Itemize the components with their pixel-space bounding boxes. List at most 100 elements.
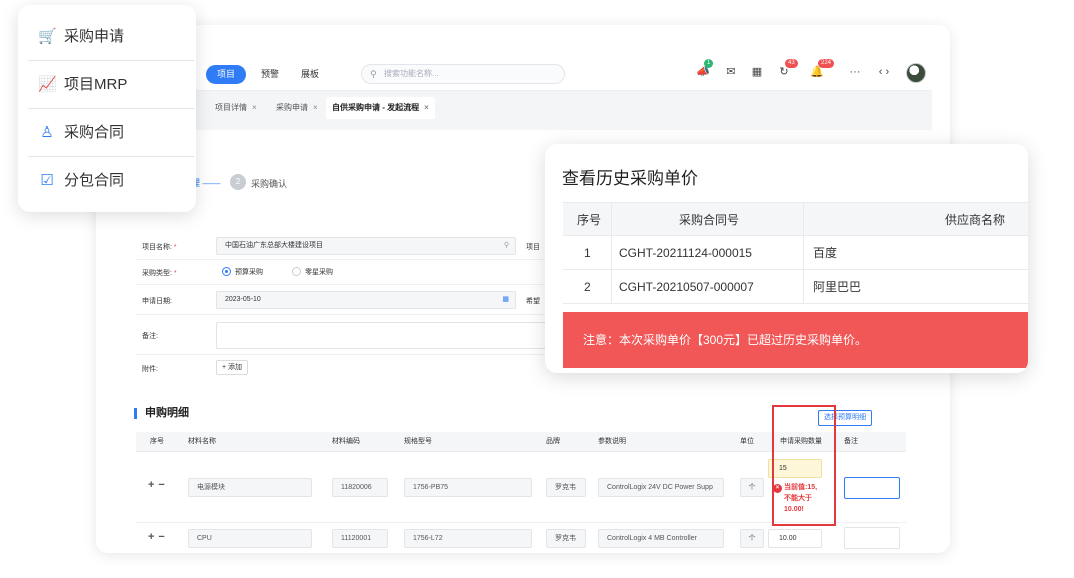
table-row: +− CPU 11120001 1756-L72 罗克韦 ControlLogi…: [136, 523, 906, 550]
step-2-circle: 2: [230, 174, 246, 190]
nav-project[interactable]: 项目: [206, 65, 247, 84]
remark-label: 备注:: [142, 333, 158, 340]
col-supplier: 供应商名称: [945, 213, 1006, 227]
table-row: 1 CGHT-20211124-000015 百度: [563, 236, 1028, 270]
param-cell[interactable]: ControlLogix 24V DC Power Supp: [598, 478, 724, 497]
row-no: 1: [584, 246, 591, 260]
tab-label: 采购申请: [276, 103, 308, 112]
brand-cell[interactable]: 罗克韦: [546, 529, 586, 548]
side-item-project-mrp[interactable]: 📈 项目MRP: [28, 61, 194, 109]
popup-title: 查看历史采购单价: [562, 169, 698, 188]
col-no: 序号: [577, 213, 602, 227]
project-name-value: 中国石油广东总部大楼建设项目: [225, 242, 323, 249]
tab-self-purchase-flow[interactable]: 自供采购申请 - 发起流程 ×: [326, 97, 435, 119]
apply-date-label: 申请日期:: [142, 298, 172, 305]
code-icon[interactable]: ‹ ›: [874, 65, 894, 79]
project-name-field[interactable]: 中国石油广东总部大楼建设项目 ⚲: [216, 237, 516, 255]
side-item-label: 分包合同: [64, 172, 125, 189]
side-item-purchase-request[interactable]: 🛒 采购申请: [28, 13, 194, 61]
side-item-subcontract[interactable]: ☑ 分包合同: [28, 157, 194, 205]
material-code-cell[interactable]: 11120001: [332, 529, 388, 548]
row-contract[interactable]: CGHT-20210507-000007: [619, 270, 754, 303]
col-material-code: 材料编码: [332, 438, 360, 445]
col-no: 序号: [150, 438, 164, 445]
detail-section-title: 申购明细: [134, 408, 189, 419]
calendar-icon[interactable]: ▦: [502, 292, 509, 308]
tabs-bar: 项目详情 × 采购申请 × 自供采购申请 - 发起流程 ×: [106, 92, 932, 120]
remark-field[interactable]: [216, 322, 546, 349]
close-icon[interactable]: ×: [252, 103, 257, 112]
radio-budget-label: 预算采购: [235, 269, 263, 276]
row-supplier: 百度: [813, 246, 838, 260]
material-name-cell[interactable]: CPU: [188, 529, 312, 548]
row-no: 2: [584, 280, 591, 294]
unit-cell[interactable]: 个: [740, 529, 764, 548]
radio-sporadic[interactable]: 零星采购: [292, 267, 333, 277]
side-item-purchase-contract[interactable]: ♙ 采购合同: [28, 109, 194, 157]
side-item-label: 采购申请: [64, 28, 125, 45]
close-icon[interactable]: ×: [313, 103, 318, 112]
col-spec: 规格型号: [404, 438, 432, 445]
avatar[interactable]: [906, 63, 926, 83]
tab-label: 自供采购申请 - 发起流程: [332, 103, 420, 112]
col-contract: 采购合同号: [679, 213, 740, 227]
search-input[interactable]: ⚲ 搜索功能名称...: [361, 64, 565, 84]
col-unit: 单位: [740, 438, 754, 445]
bell-icon[interactable]: 🔔 224: [810, 59, 835, 79]
top-bar: 项目 预警 展板 ⚲ 搜索功能名称... 📣 1 ✉ ▦ ↻ 43 🔔 224 …: [106, 55, 932, 91]
purchase-type-label: 采购类型:: [142, 270, 172, 277]
col-remark: 备注: [844, 438, 858, 445]
chart-icon: 📈: [38, 76, 57, 93]
calendar-icon[interactable]: ▦: [750, 65, 764, 79]
person-icon: ♙: [40, 124, 54, 141]
add-remove-controls[interactable]: +−: [148, 531, 169, 543]
search-icon: ⚲: [370, 69, 377, 79]
side-menu: 🛒 采购申请 📈 项目MRP ♙ 采购合同 ☑ 分包合同: [18, 5, 196, 212]
add-remove-controls[interactable]: +−: [148, 479, 169, 491]
sync-badge: 43: [785, 59, 798, 68]
side-item-label: 项目MRP: [64, 76, 128, 93]
nav-warning[interactable]: 预警: [250, 65, 290, 84]
col-brand: 品牌: [546, 438, 560, 445]
param-cell[interactable]: ControlLogix 4 MB Controller: [598, 529, 724, 548]
tab-project-detail[interactable]: 项目详情 ×: [209, 97, 263, 119]
step-2-label: 采购确认: [251, 179, 288, 189]
remark-input[interactable]: [844, 477, 900, 499]
unit-cell[interactable]: 个: [740, 478, 764, 497]
nav-board[interactable]: 展板: [290, 65, 330, 84]
checklist-icon: ☑: [40, 172, 54, 189]
notify-badge: 1: [704, 59, 714, 68]
radio-budget[interactable]: 预算采购: [222, 267, 263, 277]
more-icon[interactable]: ···: [848, 65, 862, 79]
tab-label: 项目详情: [215, 103, 247, 112]
material-code-cell[interactable]: 11820006: [332, 478, 388, 497]
attachment-label: 附件:: [142, 366, 158, 373]
row-contract[interactable]: CGHT-20211124-000015: [619, 236, 752, 269]
side-item-label: 采购合同: [64, 124, 125, 141]
sync-icon[interactable]: ↻ 43: [777, 59, 798, 79]
qty-input[interactable]: 10.00: [768, 529, 822, 548]
hope-label: 希望: [526, 298, 540, 305]
history-table-header: 序号 采购合同号 供应商名称: [563, 202, 1028, 236]
mail-icon[interactable]: ✉: [724, 65, 738, 79]
radio-sporadic-label: 零星采购: [305, 269, 333, 276]
col-param: 参数说明: [598, 438, 626, 445]
add-attachment-button[interactable]: + 添加: [216, 360, 249, 375]
spec-cell[interactable]: 1756-PB75: [404, 478, 532, 497]
apply-date-field[interactable]: 2023-05-10 ▦: [216, 291, 516, 309]
history-price-popup: 查看历史采购单价 序号 采购合同号 供应商名称 1 CGHT-20211124-…: [545, 144, 1028, 373]
qty-highlight-frame: [772, 405, 836, 526]
spec-cell[interactable]: 1756-L72: [404, 529, 532, 548]
col-material-name: 材料名称: [188, 438, 216, 445]
megaphone-icon[interactable]: 📣 1: [696, 59, 714, 79]
apply-date-value: 2023-05-10: [225, 296, 261, 303]
search-icon[interactable]: ⚲: [504, 238, 509, 254]
tab-purchase-request[interactable]: 采购申请 ×: [270, 97, 324, 119]
project-right-label: 项目: [526, 244, 540, 251]
material-name-cell[interactable]: 电源模块: [188, 478, 312, 497]
remark-input[interactable]: [844, 527, 900, 549]
brand-cell[interactable]: 罗克韦: [546, 478, 586, 497]
close-icon[interactable]: ×: [424, 103, 429, 112]
table-row: 2 CGHT-20210507-000007 阿里巴巴: [563, 270, 1028, 304]
search-placeholder: 搜索功能名称...: [384, 69, 439, 78]
